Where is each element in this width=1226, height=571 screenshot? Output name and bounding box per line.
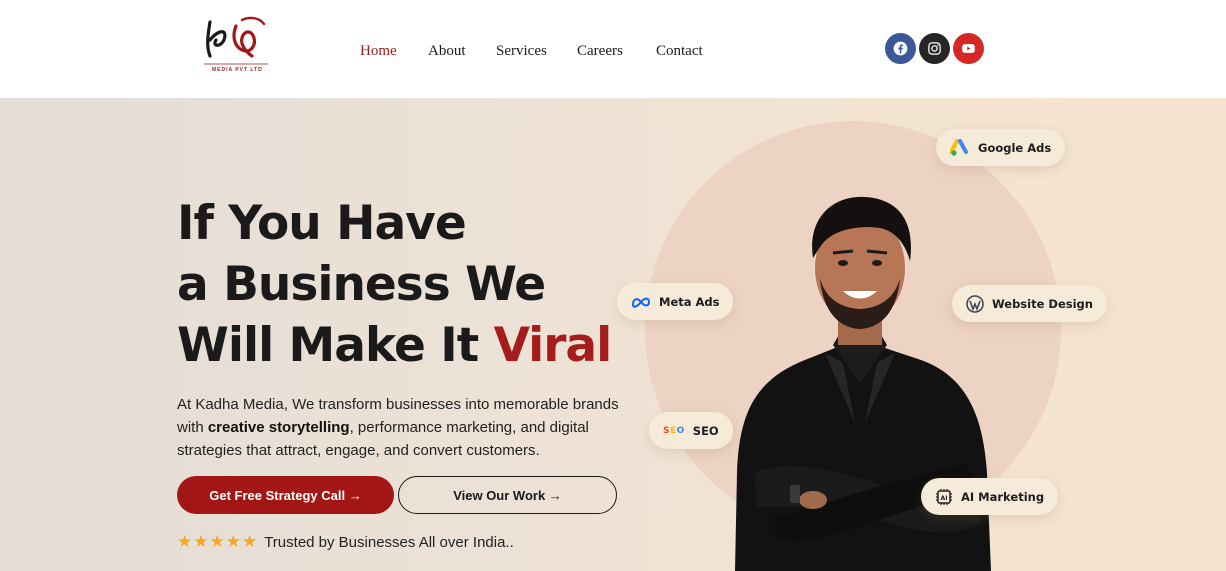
rating-stars-icon: ★★★★★	[177, 532, 259, 551]
headline-line-2: a Business We	[177, 257, 546, 312]
ai-chip-icon: AI	[935, 488, 953, 506]
google-ads-badge: Google Ads	[936, 129, 1066, 166]
seo-label: SEO	[692, 423, 719, 438]
desc-bold: creative storytelling	[207, 419, 350, 436]
get-free-strategy-call-button[interactable]: Get Free Strategy Call →	[177, 476, 394, 514]
site-header: MEDIA PVT LTD Home About Services Career…	[0, 0, 1226, 98]
meta-icon	[631, 296, 651, 308]
ai-marketing-label: AI Marketing	[961, 489, 1045, 504]
seo-icon: SEO	[663, 425, 685, 436]
seo-badge: SEO SEO	[649, 412, 733, 449]
hero-description: At Kadha Media, We transform businesses …	[177, 393, 627, 462]
instagram-icon	[928, 42, 941, 55]
hero-section: If You Have a Business We Will Make It V…	[0, 98, 1226, 571]
website-design-badge: Website Design	[952, 285, 1107, 322]
meta-ads-badge: Meta Ads	[617, 283, 734, 320]
nav-about[interactable]: About	[428, 43, 466, 60]
ai-marketing-badge: AI AI Marketing	[921, 478, 1059, 515]
website-design-label: Website Design	[992, 296, 1093, 311]
youtube-icon	[962, 44, 975, 53]
nav-careers[interactable]: Careers	[577, 43, 623, 60]
instagram-link[interactable]	[919, 33, 950, 64]
trust-text: Trusted by Businesses All over India..	[264, 533, 514, 551]
youtube-link[interactable]	[953, 33, 984, 64]
nav-services[interactable]: Services	[496, 43, 547, 60]
facebook-link[interactable]	[885, 33, 916, 64]
trust-line: ★★★★★ Trusted by Businesses All over Ind…	[177, 532, 514, 552]
headline-accent: Viral	[493, 318, 613, 373]
hero-headline: If You Have a Business We Will Make It V…	[177, 193, 613, 376]
headline-line-3: Will Make It	[177, 318, 494, 373]
wordpress-icon	[966, 294, 984, 313]
svg-text:AI: AI	[941, 495, 948, 502]
logo-subtitle: MEDIA PVT LTD	[212, 67, 263, 73]
meta-ads-label: Meta Ads	[659, 294, 720, 309]
facebook-icon	[893, 41, 908, 56]
nav-home[interactable]: Home	[360, 43, 397, 60]
google-ads-label: Google Ads	[978, 140, 1052, 155]
google-ads-icon	[950, 138, 970, 157]
brand-logo[interactable]: MEDIA PVT LTD	[198, 12, 274, 76]
view-our-work-button[interactable]: View Our Work →	[398, 476, 617, 514]
logo-mark-icon	[204, 16, 268, 65]
nav-contact[interactable]: Contact	[656, 43, 703, 60]
headline-line-1: If You Have	[177, 196, 467, 251]
